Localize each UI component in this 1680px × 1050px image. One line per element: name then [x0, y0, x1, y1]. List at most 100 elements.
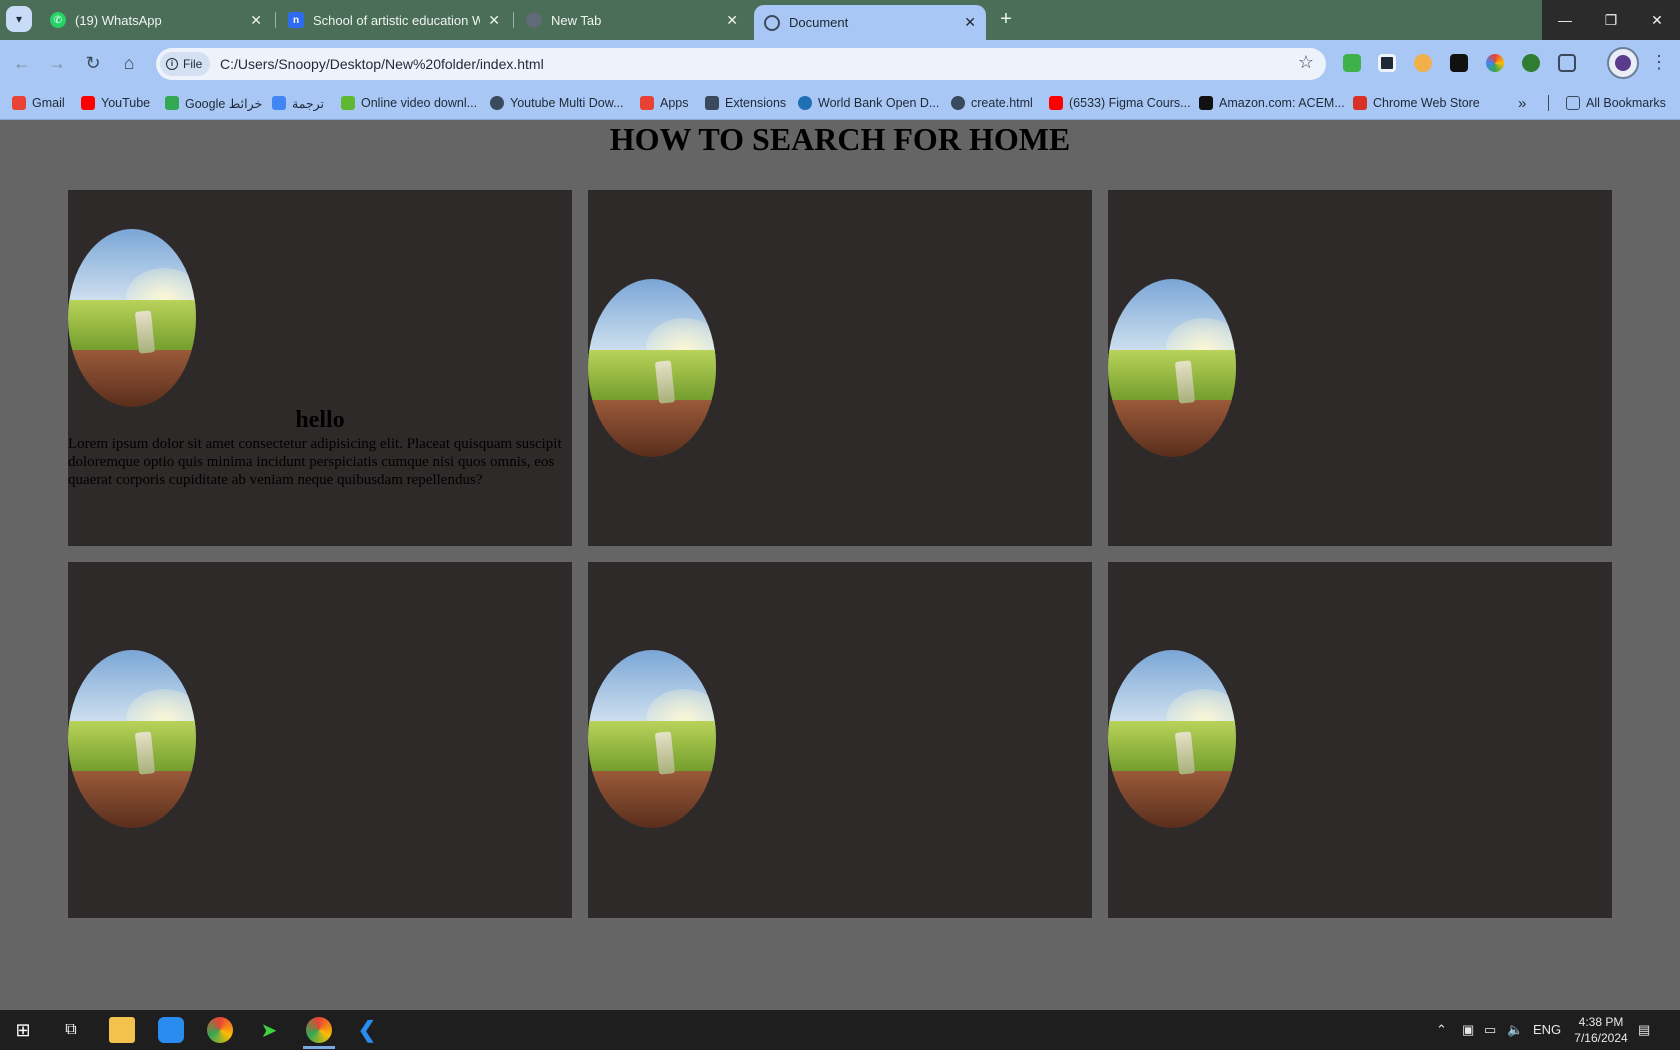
card-3	[1108, 190, 1612, 546]
bookmark-label: Apps	[660, 96, 689, 110]
bookmark-label: Online video downl...	[361, 96, 478, 110]
profile-avatar[interactable]	[1607, 47, 1639, 79]
all-bookmarks-folder[interactable]: All Bookmarks	[1566, 94, 1666, 112]
vscode-icon[interactable]: ❮	[354, 1017, 380, 1043]
bookmark-create-html[interactable]: create.html	[951, 94, 1033, 112]
bookmark-amazon[interactable]: Amazon.com: ACEM...	[1199, 94, 1345, 112]
bookmark-label: (6533) Figma Cours...	[1069, 96, 1191, 110]
restore-icon[interactable]: ❐	[1588, 0, 1634, 40]
color-picker-icon[interactable]	[1486, 54, 1504, 72]
download-arrow-icon	[341, 96, 355, 110]
card-image	[68, 650, 196, 828]
bookmark-youtube[interactable]: YouTube	[81, 94, 150, 112]
bookmark-label: create.html	[971, 96, 1033, 110]
camera-icon[interactable]: ▣	[1462, 1022, 1474, 1038]
file-explorer-icon[interactable]	[109, 1017, 135, 1043]
address-bar[interactable]: i File C:/Users/Snoopy/Desktop/New%20fol…	[156, 48, 1326, 80]
card-image	[1108, 279, 1236, 457]
show-hidden-icons-icon[interactable]: ⌃	[1436, 1022, 1447, 1038]
tab-strip: ▾ ✆ (19) WhatsApp ✕ n School of artistic…	[0, 0, 1680, 40]
chrome-icon[interactable]	[207, 1017, 233, 1043]
bookmark-label: Amazon.com: ACEM...	[1219, 96, 1345, 110]
close-tab-icon[interactable]: ✕	[726, 12, 738, 29]
bookmark-video-downloader[interactable]: Online video downl...	[341, 94, 477, 112]
forward-icon[interactable]: →	[45, 51, 69, 75]
globe-icon	[764, 14, 780, 31]
taskbar-clock[interactable]: 4:38 PM 7/16/2024	[1560, 1014, 1642, 1046]
bookmark-label: Youtube Multi Dow...	[510, 96, 624, 110]
reload-icon[interactable]: ↻	[81, 51, 105, 75]
tab-title: (19) WhatsApp	[75, 12, 162, 28]
bookmark-star-icon[interactable]: ☆	[1298, 52, 1314, 73]
card-4	[68, 562, 572, 918]
tab-document[interactable]: Document ✕	[754, 5, 986, 40]
bookmarks-overflow-icon[interactable]: »	[1518, 94, 1526, 112]
language-indicator[interactable]: ENG	[1533, 1022, 1561, 1037]
bookmark-gmail[interactable]: Gmail	[12, 94, 65, 112]
puzzle-extensions-icon[interactable]	[1558, 54, 1576, 72]
volume-icon[interactable]: 🔈	[1507, 1022, 1523, 1038]
extension-dark-icon[interactable]	[1450, 54, 1468, 72]
tab-search-chevron-icon[interactable]: ▾	[6, 6, 32, 32]
bookmark-extensions[interactable]: Extensions	[705, 94, 786, 112]
image-soil	[1108, 771, 1236, 828]
windows-start-icon[interactable]: ⊞	[10, 1017, 36, 1043]
image-field	[68, 721, 196, 775]
close-tab-icon[interactable]: ✕	[250, 12, 262, 29]
card-image	[588, 279, 716, 457]
tab-title: New Tab	[551, 12, 602, 28]
folder-icon	[1566, 96, 1580, 110]
notifications-icon[interactable]: ▤	[1638, 1022, 1650, 1038]
extension-circle-icon[interactable]	[1414, 54, 1432, 72]
bookmark-label: World Bank Open D...	[818, 96, 940, 110]
new-tab-icon[interactable]: +	[994, 8, 1018, 32]
bookmark-label: YouTube	[101, 96, 151, 110]
image-soil	[68, 771, 196, 828]
image-field	[68, 300, 196, 354]
tab-divider	[513, 12, 514, 28]
tab-new-tab[interactable]: New Tab ✕	[516, 4, 748, 36]
apps-grid-icon	[640, 96, 654, 110]
tab-title: School of artistic education Wel	[313, 12, 481, 28]
url-text[interactable]: C:/Users/Snoopy/Desktop/New%20folder/ind…	[220, 48, 544, 80]
bookmark-google-maps[interactable]: Google خرائط	[165, 94, 262, 112]
image-soil	[1108, 400, 1236, 457]
bookmark-label: ترجمة	[292, 96, 325, 111]
close-tab-icon[interactable]: ✕	[488, 12, 500, 29]
menu-kebab-icon[interactable]: ⋮	[1650, 52, 1668, 73]
back-icon[interactable]: ←	[10, 51, 34, 75]
bookmark-apps[interactable]: Apps	[640, 94, 689, 112]
amazon-icon	[1199, 96, 1213, 110]
minimize-icon[interactable]: —	[1542, 0, 1588, 40]
bookmark-chrome-web-store[interactable]: Chrome Web Store	[1353, 94, 1480, 112]
bookmark-youtube-multi[interactable]: Youtube Multi Dow...	[490, 94, 624, 112]
tab-divider	[275, 12, 276, 28]
tab-title: Document	[789, 15, 849, 30]
image-field	[1108, 721, 1236, 775]
web-store-icon	[1353, 96, 1367, 110]
picture-in-picture-icon[interactable]	[1378, 54, 1396, 72]
windows-taskbar: ⊞ ⧉ ➤ ❮ ⌃ ▣ ▭ 🔈 ENG 4:38 PM 7/16/2024 ▤	[0, 1010, 1680, 1050]
close-window-icon[interactable]: ✕	[1634, 0, 1680, 40]
close-tab-icon[interactable]: ✕	[964, 14, 976, 31]
shield-extension-icon[interactable]	[1343, 54, 1361, 72]
battery-icon[interactable]: ▭	[1484, 1022, 1496, 1038]
site-info-chip[interactable]: i File	[160, 52, 211, 76]
globe-extension-icon[interactable]	[1522, 54, 1540, 72]
info-icon: i	[166, 58, 178, 70]
card-1: hello Lorem ipsum dolor sit amet consect…	[68, 190, 572, 546]
task-view-icon[interactable]: ⧉	[58, 1017, 84, 1043]
bookmark-translate[interactable]: ترجمة	[272, 94, 324, 112]
app-store-icon[interactable]	[158, 1017, 184, 1043]
bookmark-figma-course[interactable]: (6533) Figma Cours...	[1049, 94, 1191, 112]
tab-whatsapp[interactable]: ✆ (19) WhatsApp ✕	[40, 4, 272, 36]
tab-school[interactable]: n School of artistic education Wel ✕	[278, 4, 510, 36]
image-field	[588, 721, 716, 775]
image-soil	[588, 771, 716, 828]
home-icon[interactable]: ⌂	[117, 51, 141, 75]
chrome-profile-icon[interactable]	[306, 1017, 332, 1043]
active-app-indicator	[303, 1046, 335, 1049]
maps-pin-icon	[165, 96, 179, 110]
send-app-icon[interactable]: ➤	[256, 1017, 282, 1043]
bookmark-world-bank[interactable]: World Bank Open D...	[798, 94, 939, 112]
